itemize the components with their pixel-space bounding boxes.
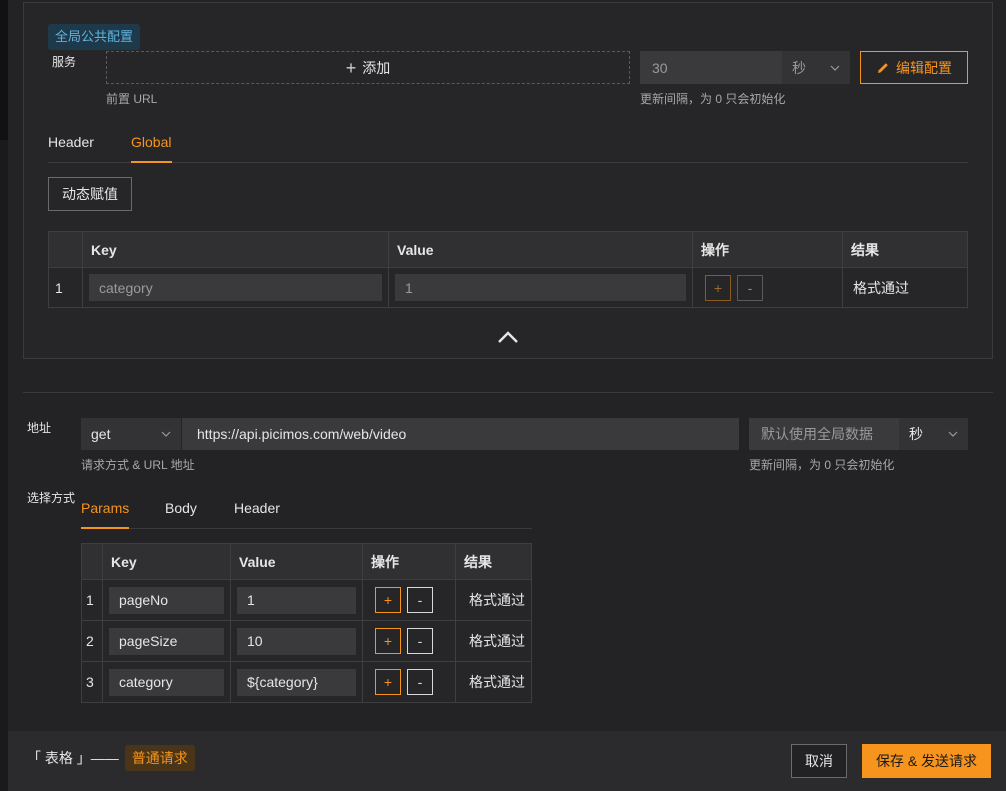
remove-row-button[interactable]: - bbox=[407, 628, 433, 654]
result-status: 格式通过 bbox=[455, 661, 532, 703]
chevron-up-icon[interactable] bbox=[497, 330, 519, 344]
col-index bbox=[81, 543, 103, 580]
footer-title: 「 表格 」—— bbox=[27, 750, 119, 766]
col-value: Value bbox=[388, 231, 693, 268]
col-result: 结果 bbox=[842, 231, 968, 268]
chevron-down-icon bbox=[830, 65, 840, 71]
result-status: 格式通过 bbox=[455, 579, 532, 621]
add-prefix-url-button[interactable]: + 添加 bbox=[106, 51, 630, 84]
edit-config-button[interactable]: 编辑配置 bbox=[860, 51, 968, 84]
col-result: 结果 bbox=[455, 543, 532, 580]
col-key: Key bbox=[82, 231, 389, 268]
remove-row-button[interactable]: - bbox=[737, 274, 763, 301]
key-input[interactable]: pageNo bbox=[109, 586, 224, 614]
key-input[interactable]: pageSize bbox=[109, 627, 224, 655]
global-config-tag: 全局公共配置 bbox=[48, 24, 141, 50]
value-input[interactable]: 1 bbox=[395, 274, 686, 301]
key-input[interactable]: category bbox=[109, 668, 224, 696]
tabs-divider bbox=[48, 162, 968, 163]
table-row: 2 pageSize 10 + - 格式通过 bbox=[81, 620, 532, 662]
add-row-button[interactable]: + bbox=[705, 274, 731, 301]
choose-mode-label: 选择方式 bbox=[27, 491, 76, 505]
global-table: Key Value 操作 结果 1 category 1 + - 格式通过 bbox=[48, 231, 968, 308]
pencil-icon bbox=[878, 62, 888, 73]
plus-icon: + bbox=[345, 57, 357, 78]
tab-params[interactable]: Params bbox=[81, 500, 129, 516]
add-row-button[interactable]: + bbox=[375, 587, 401, 613]
row-index: 3 bbox=[81, 661, 103, 703]
dynamic-assign-button[interactable]: 动态赋值 bbox=[48, 177, 132, 211]
params-table: Key Value 操作 结果 1 pageNo 1 + - 格式通过 2 pag… bbox=[81, 543, 532, 703]
col-value: Value bbox=[230, 543, 363, 580]
remove-row-button[interactable]: - bbox=[407, 669, 433, 695]
col-index bbox=[48, 231, 83, 268]
tab-global-underline bbox=[131, 161, 172, 163]
interval-hint: 更新间隔，为 0 只会初始化 bbox=[640, 92, 786, 106]
tab-request-header[interactable]: Header bbox=[234, 500, 280, 516]
request-interval-input[interactable]: 默认使用全局数据 bbox=[749, 418, 899, 450]
request-tabs-divider bbox=[81, 528, 532, 529]
table-row: 1 pageNo 1 + - 格式通过 bbox=[81, 579, 532, 621]
section-divider bbox=[23, 392, 993, 393]
service-label: 服务 bbox=[52, 55, 77, 69]
tab-params-underline bbox=[81, 527, 129, 529]
table-row: 1 category 1 + - 格式通过 bbox=[48, 267, 968, 308]
chevron-down-icon bbox=[948, 431, 958, 437]
col-key: Key bbox=[102, 543, 231, 580]
chevron-down-icon bbox=[161, 431, 171, 437]
value-input[interactable]: ${category} bbox=[237, 668, 356, 696]
prefix-url-hint: 前置 URL bbox=[106, 92, 158, 106]
request-interval-unit-value: 秒 bbox=[909, 426, 923, 442]
tab-global[interactable]: Global bbox=[131, 134, 171, 150]
key-input[interactable]: category bbox=[89, 274, 382, 301]
interval-unit-select[interactable]: 秒 bbox=[782, 51, 850, 84]
tab-body[interactable]: Body bbox=[165, 500, 197, 516]
left-edge-strip-top bbox=[0, 0, 8, 140]
address-label: 地址 bbox=[27, 421, 52, 435]
row-index: 1 bbox=[81, 579, 103, 621]
add-row-button[interactable]: + bbox=[375, 669, 401, 695]
value-input[interactable]: 1 bbox=[237, 586, 356, 614]
request-type-tag: 普通请求 bbox=[124, 745, 195, 771]
col-action: 操作 bbox=[692, 231, 843, 268]
interval-input[interactable]: 30 bbox=[640, 51, 782, 84]
interval-value: 30 bbox=[652, 59, 668, 76]
remove-row-button[interactable]: - bbox=[407, 587, 433, 613]
table-row: 3 category ${category} + - 格式通过 bbox=[81, 661, 532, 703]
method-select[interactable]: get bbox=[81, 418, 181, 450]
edit-config-label: 编辑配置 bbox=[896, 59, 952, 76]
add-label: 添加 bbox=[362, 59, 391, 76]
interval-unit-value: 秒 bbox=[792, 59, 806, 76]
value-input[interactable]: 10 bbox=[237, 627, 356, 655]
footer-title-group: 「 表格 」—— 普通请求 bbox=[27, 745, 195, 771]
add-row-button[interactable]: + bbox=[375, 628, 401, 654]
url-input[interactable]: https://api.picimos.com/web/video bbox=[182, 418, 739, 450]
save-send-button[interactable]: 保存 & 发送请求 bbox=[862, 744, 991, 778]
tab-header[interactable]: Header bbox=[48, 134, 94, 150]
method-url-hint: 请求方式 & URL 地址 bbox=[81, 458, 195, 472]
row-index: 1 bbox=[48, 267, 83, 308]
result-status: 格式通过 bbox=[842, 267, 968, 308]
request-interval-unit-select[interactable]: 秒 bbox=[899, 418, 968, 450]
request-interval-hint: 更新间隔，为 0 只会初始化 bbox=[749, 458, 895, 472]
col-action: 操作 bbox=[362, 543, 456, 580]
method-value: get bbox=[91, 426, 111, 442]
cancel-button[interactable]: 取消 bbox=[791, 744, 847, 778]
result-status: 格式通过 bbox=[455, 620, 532, 662]
row-index: 2 bbox=[81, 620, 103, 662]
